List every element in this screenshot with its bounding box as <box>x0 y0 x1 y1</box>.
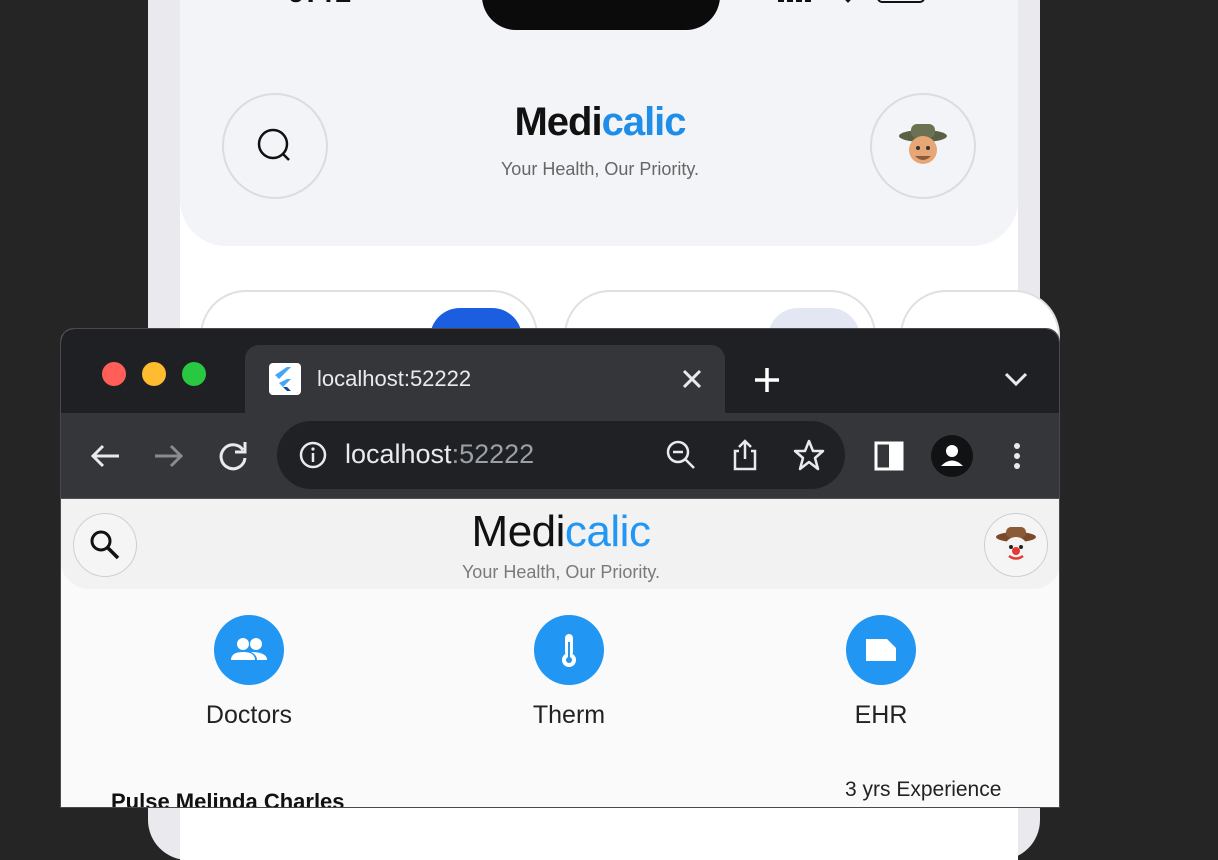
phone-status-icons <box>778 0 925 3</box>
share-icon[interactable] <box>727 437 763 473</box>
side-panel-icon[interactable] <box>871 438 907 474</box>
info-icon[interactable] <box>295 437 331 473</box>
phone-dynamic-island <box>482 0 720 30</box>
phone-status-time: 9:41 <box>288 0 352 10</box>
browser-window: localhost:52222 localhost:52222 Medicali… <box>60 328 1060 808</box>
tab-strip: localhost:52222 <box>61 329 1059 413</box>
feature-label: Therm <box>532 701 606 729</box>
browser-tab[interactable]: localhost:52222 <box>245 345 725 413</box>
new-tab-icon[interactable] <box>753 366 781 394</box>
address-text: localhost:52222 <box>345 439 534 470</box>
flutter-icon <box>269 363 301 395</box>
reload-icon[interactable] <box>215 438 251 474</box>
app-logo-main: Medi <box>471 507 566 556</box>
address-port: :52222 <box>451 439 535 469</box>
phone-logo-main: Medi <box>514 100 602 144</box>
feature-icon-circle <box>534 615 604 685</box>
star-icon[interactable] <box>791 437 827 473</box>
feature-therm[interactable]: Therm <box>479 615 659 730</box>
folder-icon <box>866 639 896 661</box>
close-tab-icon[interactable] <box>679 366 705 392</box>
back-arrow-icon[interactable] <box>87 438 123 474</box>
feature-doctors[interactable]: Doctors <box>159 615 339 730</box>
forward-arrow-icon[interactable] <box>151 438 187 474</box>
feature-ehr[interactable]: EHR <box>791 615 971 730</box>
thermometer-icon <box>562 634 576 667</box>
feature-icon-circle <box>846 615 916 685</box>
profile-icon[interactable] <box>931 435 973 477</box>
phone-search-button[interactable] <box>222 93 328 199</box>
feature-label: EHR <box>854 701 908 729</box>
feature-label: Doctors <box>205 701 293 729</box>
app-tagline: Your Health, Our Priority. <box>461 562 661 582</box>
maximize-window-button[interactable] <box>182 362 206 386</box>
avatar-icon <box>899 124 947 164</box>
doctor-experience: 3 yrs Experience <box>845 778 1002 801</box>
phone-logo: Medicalic <box>480 100 720 145</box>
search-icon <box>257 128 290 161</box>
phone-app-header: 9:41 Medicalic Your Health, Our Pr <box>180 0 1018 246</box>
minimize-window-button[interactable] <box>142 362 166 386</box>
avatar-button[interactable] <box>984 513 1048 577</box>
app-header: Medicalic Your Health, Our Priority. <box>61 499 1059 589</box>
phone-tagline: Your Health, Our Priority. <box>500 159 700 179</box>
doctor-name: Pulse Melinda Charles <box>111 789 345 808</box>
people-icon <box>231 638 267 660</box>
avatar-icon <box>996 527 1036 561</box>
app-logo-accent: calic <box>564 507 651 556</box>
more-menu-icon[interactable] <box>999 438 1035 474</box>
search-button[interactable] <box>73 513 137 577</box>
search-icon <box>90 530 120 560</box>
address-bar[interactable]: localhost:52222 <box>277 421 845 489</box>
feature-icon-circle <box>214 615 284 685</box>
phone-logo-accent: calic <box>601 100 687 144</box>
page-content: Medicalic Your Health, Our Priority. Doc… <box>61 499 1059 808</box>
browser-toolbar: localhost:52222 <box>61 413 1059 499</box>
app-logo: Medicalic <box>361 507 761 557</box>
close-window-button[interactable] <box>102 362 126 386</box>
phone-avatar-button[interactable] <box>870 93 976 199</box>
tab-title: localhost:52222 <box>317 366 472 391</box>
chevron-down-icon[interactable] <box>1003 369 1029 389</box>
zoom-out-icon[interactable] <box>663 437 699 473</box>
address-host: localhost <box>345 439 452 469</box>
